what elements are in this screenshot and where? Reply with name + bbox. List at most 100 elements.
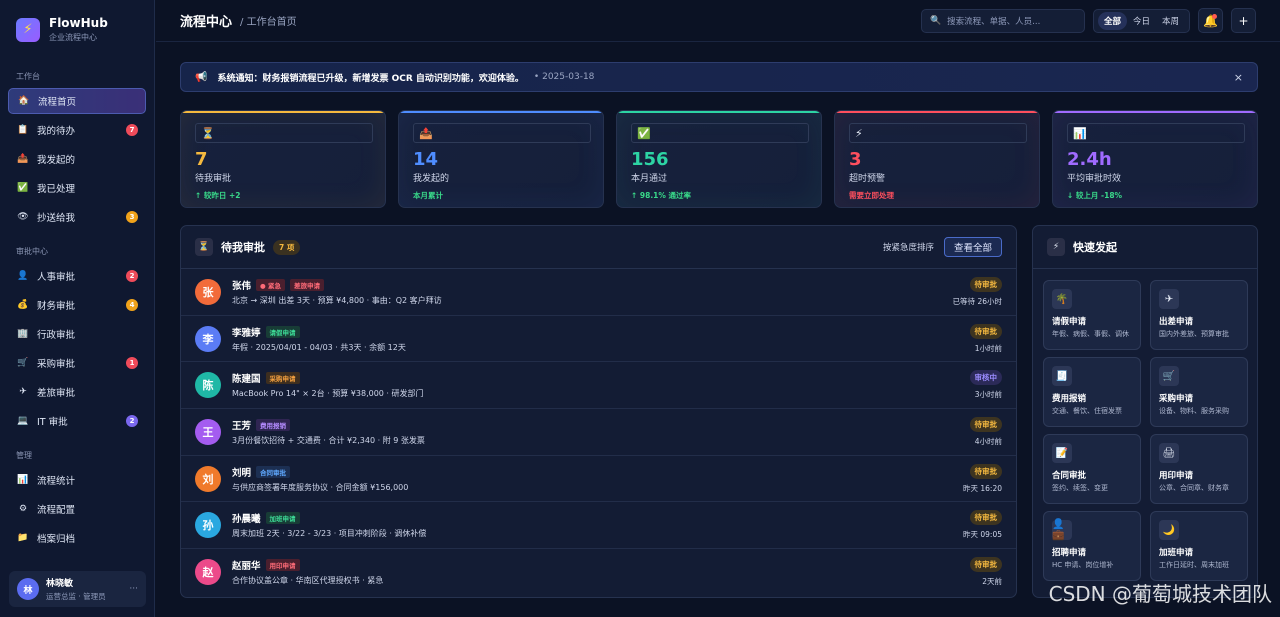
- quick-start-card[interactable]: 👤💼 招聘申请 HC 申请、岗位增补: [1043, 511, 1141, 581]
- sidebar-item-label: 财务审批: [37, 301, 76, 312]
- stat-card[interactable]: 📊 2.4h 平均审批时效 ↓ 较上月 -18%: [1052, 110, 1258, 208]
- sidebar-item[interactable]: 👤 人事审批 2: [8, 263, 146, 289]
- quick-title: 费用报销: [1052, 394, 1087, 404]
- quick-desc: 国内外差旅、预算审批: [1159, 330, 1229, 338]
- quick-title: 请假申请: [1052, 317, 1087, 327]
- stat-trend: ↓ 较上月 -18%: [1067, 191, 1123, 200]
- count-badge: 2: [126, 270, 138, 282]
- brand[interactable]: ⚡ FlowHub 企业流程中心: [0, 0, 154, 53]
- row-time: 已等待 26小时: [952, 296, 1002, 306]
- more-icon[interactable]: ···: [129, 584, 138, 594]
- sort-button[interactable]: 按紧急度排序: [883, 241, 934, 253]
- stat-icon-glyph: ✅: [637, 126, 651, 140]
- quick-desc: 公章、合同章、财务章: [1159, 484, 1229, 492]
- user-card[interactable]: 林 林晓敏 运营总监 · 管理员 ···: [9, 571, 146, 607]
- sidebar-item-label: 行政审批: [37, 330, 76, 341]
- notification-button[interactable]: 🔔: [1198, 8, 1223, 33]
- avatar: 赵: [195, 559, 221, 586]
- nav-section-title: 管理: [16, 451, 32, 460]
- table-row[interactable]: 孙孙晨曦 加班申请 周末加班 2天 · 3/22 - 3/23 · 项目冲刺阶段 ·…: [181, 502, 1016, 550]
- filter-week[interactable]: 本周: [1156, 12, 1185, 30]
- request-detail: 周末加班 2天 · 3/22 - 3/23 · 项目冲刺阶段 · 调休补偿: [232, 529, 427, 539]
- sidebar-item[interactable]: 📊 流程统计: [8, 467, 146, 493]
- quick-start-card[interactable]: ✈ 出差申请 国内外差旅、预算审批: [1150, 280, 1248, 350]
- table-row[interactable]: 陈陈建国 采购申请 MacBook Pro 14" × 2台 · 预算 ¥38,00…: [181, 362, 1016, 410]
- sidebar-item[interactable]: ✅ 我已处理: [8, 175, 146, 201]
- count-badge: 7: [126, 124, 138, 136]
- stat-accent-bar: [399, 111, 603, 113]
- sidebar-item[interactable]: 💻 IT 审批 2: [8, 408, 146, 434]
- quick-start-card[interactable]: 🛒 采购申请 设备、物料、服务采购: [1150, 357, 1248, 427]
- sidebar-item[interactable]: 🏢 行政审批: [8, 321, 146, 347]
- table-row[interactable]: 王王芳 费用报销 3月份餐饮招待 + 交通费 · 合计 ¥2,340 · 附 9 张…: [181, 409, 1016, 456]
- table-row[interactable]: 刘刘明 合同审批 与供应商签署年度服务协议 · 合同金额 ¥156,000 待审批 昨天…: [181, 456, 1016, 503]
- table-row[interactable]: 张张伟 ● 紧急 差旅申请 北京 → 深圳 出差 3天 · 预算 ¥4,800 · 事…: [181, 269, 1016, 316]
- quick-start-card[interactable]: 🌙 加班申请 工作日延时、周末加班: [1150, 511, 1248, 581]
- row-time: 昨天 09:05: [963, 530, 1002, 540]
- quick-start-card[interactable]: 🧾 费用报销 交通、餐饮、住宿发票: [1043, 357, 1141, 427]
- quick-title: 招聘申请: [1052, 548, 1087, 558]
- count-badge: 4: [126, 299, 138, 311]
- filter-today[interactable]: 今日: [1127, 12, 1156, 30]
- sidebar-item[interactable]: 📋 我的待办 7: [8, 117, 146, 143]
- row-right: 待审批 昨天 16:20: [963, 463, 1002, 494]
- applicant-name: 孙晨曦: [232, 514, 261, 526]
- close-icon[interactable]: ×: [1234, 71, 1243, 84]
- quick-icon: 🛒: [1159, 366, 1179, 386]
- page-title: 流程中心: [180, 15, 233, 30]
- nav-icon: 💻: [17, 416, 29, 426]
- stat-value: 2.4h: [1067, 149, 1112, 170]
- filter-all[interactable]: 全部: [1097, 11, 1127, 30]
- stat-value: 7: [195, 149, 208, 170]
- sidebar-item[interactable]: 💰 财务审批 4: [8, 292, 146, 318]
- nav-icon: 📋: [17, 125, 29, 135]
- nav-icon: 💰: [17, 300, 29, 310]
- quick-start-card[interactable]: 📝 合同审批 签约、续签、变更: [1043, 434, 1141, 504]
- sidebar-item-label: 差旅审批: [37, 388, 76, 399]
- quick-start-card[interactable]: 🌴 请假申请 年假、病假、事假、调休: [1043, 280, 1141, 350]
- stat-label: 超时预警: [849, 174, 886, 184]
- breadcrumb[interactable]: / 工作台首页: [240, 13, 297, 28]
- stat-icon-glyph: ⏳: [201, 126, 215, 140]
- row-name-line: 刘明 合同审批: [232, 465, 963, 479]
- sidebar-item[interactable]: ⚙ 流程配置: [8, 496, 146, 522]
- table-row[interactable]: 李李雅婷 请假申请 年假 · 2025/04/01 - 04/03 · 共3天 · …: [181, 316, 1016, 363]
- stat-label: 待我审批: [195, 174, 232, 184]
- stat-card[interactable]: 📤 14 我发起的 本月累计: [398, 110, 604, 208]
- quick-start-card[interactable]: 🖨 用印申请 公章、合同章、财务章: [1150, 434, 1248, 504]
- sidebar-item[interactable]: 📁 档案归档: [8, 525, 146, 551]
- stat-card[interactable]: ⏳ 7 待我审批 ↑ 较昨日 +2: [180, 110, 386, 208]
- sidebar-item[interactable]: 🏠 流程首页: [8, 88, 146, 114]
- applicant-name: 李雅婷: [232, 327, 261, 339]
- row-main: 李雅婷 请假申请 年假 · 2025/04/01 - 04/03 · 共3天 · 余…: [232, 325, 970, 353]
- stat-card[interactable]: ⚡ 3 超时预警 需要立即处理: [834, 110, 1040, 208]
- stat-trend: 本月累计: [413, 191, 443, 200]
- sidebar-item[interactable]: 📤 我发起的: [8, 146, 146, 172]
- quick-title: 加班申请: [1159, 548, 1194, 558]
- view-all-button[interactable]: 查看全部: [943, 237, 1002, 257]
- sidebar-nav: 工作台 🏠 流程首页 📋 我的待办 7 📤 我发起的 ✅ 我已处理 👁 抄送给我 3 审批中心 👤 人事审批 2…: [0, 71, 154, 551]
- search-input[interactable]: 🔍 搜索流程、单据、人员...: [920, 8, 1085, 33]
- stat-card[interactable]: ✅ 156 本月通过 ↑ 98.1% 通过率: [616, 110, 822, 208]
- request-detail: 北京 → 深圳 出差 3天 · 预算 ¥4,800 · 事由：Q2 客户拜访: [232, 295, 442, 305]
- row-right: 待审批 4小时前: [969, 416, 1002, 447]
- sidebar-item[interactable]: 🛒 采购审批 1: [8, 350, 146, 376]
- table-row[interactable]: 赵赵丽华 用印申请 合作协议盖公章 · 华南区代理授权书 · 紧急 待审批 2天前: [181, 549, 1016, 596]
- row-name-line: 王芳 费用报销: [232, 418, 970, 432]
- add-button[interactable]: +: [1231, 8, 1256, 33]
- applicant-name: 陈建国: [232, 374, 261, 386]
- type-tag: 费用报销: [256, 418, 291, 431]
- count-badge: 3: [126, 211, 138, 223]
- quick-icon: 🌴: [1052, 289, 1072, 309]
- stat-value: 14: [413, 149, 439, 170]
- stat-icon-glyph: 📤: [419, 126, 433, 140]
- quick-title: 合同审批: [1052, 471, 1087, 481]
- sidebar-item[interactable]: 👁 抄送给我 3: [8, 204, 146, 230]
- type-tag: 差旅申请: [289, 278, 324, 291]
- nav-icon: ⚙: [18, 504, 28, 514]
- nav-icon: ✅: [17, 183, 29, 193]
- quick-icon: 👤💼: [1052, 519, 1072, 541]
- sidebar-item[interactable]: ✈ 差旅审批: [8, 379, 146, 405]
- sidebar-item-label: 流程统计: [37, 476, 76, 487]
- hourglass-icon: ⏳: [195, 238, 213, 256]
